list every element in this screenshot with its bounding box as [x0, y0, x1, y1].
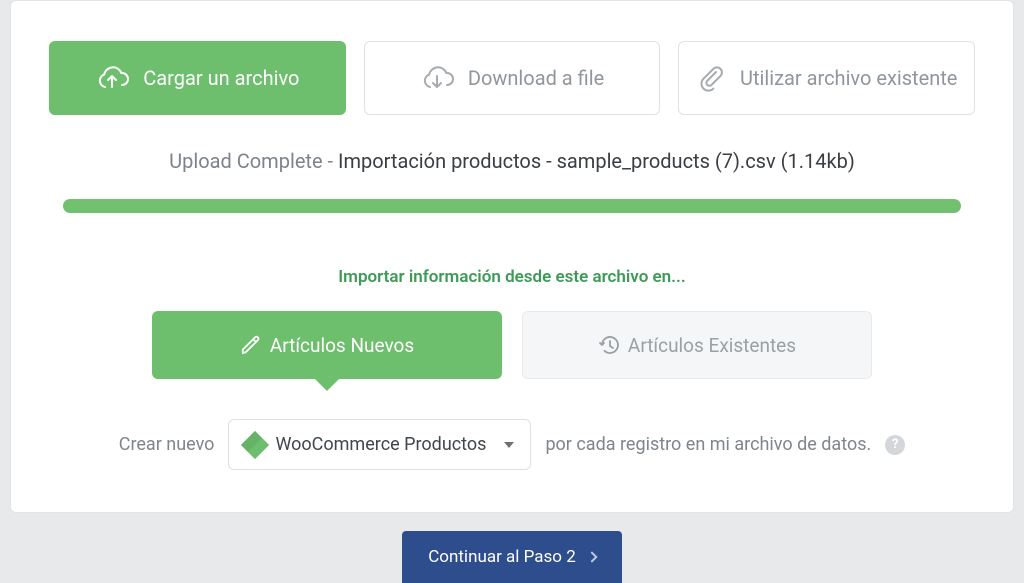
upload-status-sep1: -: [323, 149, 338, 173]
import-hint-text: Importar información desde este archivo …: [49, 267, 975, 287]
tab-existing-file[interactable]: Utilizar archivo existente: [678, 41, 975, 115]
cloud-download-icon: [420, 65, 454, 91]
toggle-new-items[interactable]: Artículos Nuevos: [152, 311, 502, 379]
upload-filesize: (1.14kb): [781, 149, 855, 173]
source-tabs: Cargar un archivo Download a file Utiliz…: [49, 41, 975, 115]
post-type-select-value: WooCommerce Productos: [275, 434, 486, 455]
import-mode-toggles: Artículos Nuevos Artículos Existentes: [49, 311, 975, 379]
tab-upload-file[interactable]: Cargar un archivo: [49, 41, 346, 115]
upload-status-line: Upload Complete - Importación productos …: [49, 149, 975, 173]
wizard-footer: Continuar al Paso 2: [0, 513, 1024, 583]
toggle-existing-items-label: Artículos Existentes: [628, 334, 796, 357]
tab-download-label: Download a file: [468, 66, 604, 90]
toggle-existing-items[interactable]: Artículos Existentes: [522, 311, 872, 379]
import-wizard-panel: Cargar un archivo Download a file Utiliz…: [10, 0, 1014, 513]
create-prefix: Crear nuevo: [119, 434, 215, 455]
attachment-icon: [696, 63, 726, 93]
post-type-select[interactable]: WooCommerce Productos: [228, 419, 531, 470]
tab-existing-label: Utilizar archivo existente: [740, 66, 957, 90]
help-icon[interactable]: ?: [885, 435, 905, 455]
upload-progress-bar: [63, 199, 961, 213]
chevron-down-icon: [504, 442, 514, 448]
woocommerce-icon: [241, 430, 269, 458]
chevron-right-icon: [586, 551, 597, 562]
pencil-icon: [240, 334, 262, 356]
create-suffix: por cada registro en mi archivo de datos…: [545, 434, 871, 455]
toggle-new-items-label: Artículos Nuevos: [270, 334, 414, 357]
continue-button[interactable]: Continuar al Paso 2: [402, 531, 622, 583]
upload-status-prefix: Upload Complete: [169, 149, 322, 173]
tab-download-file[interactable]: Download a file: [364, 41, 661, 115]
history-icon: [598, 334, 620, 356]
cloud-upload-icon: [95, 65, 129, 91]
tab-upload-label: Cargar un archivo: [143, 66, 299, 90]
upload-filename: Importación productos - sample_products …: [338, 149, 776, 173]
create-new-line: Crear nuevo WooCommerce Productos por ca…: [49, 419, 975, 470]
continue-button-label: Continuar al Paso 2: [428, 547, 576, 567]
